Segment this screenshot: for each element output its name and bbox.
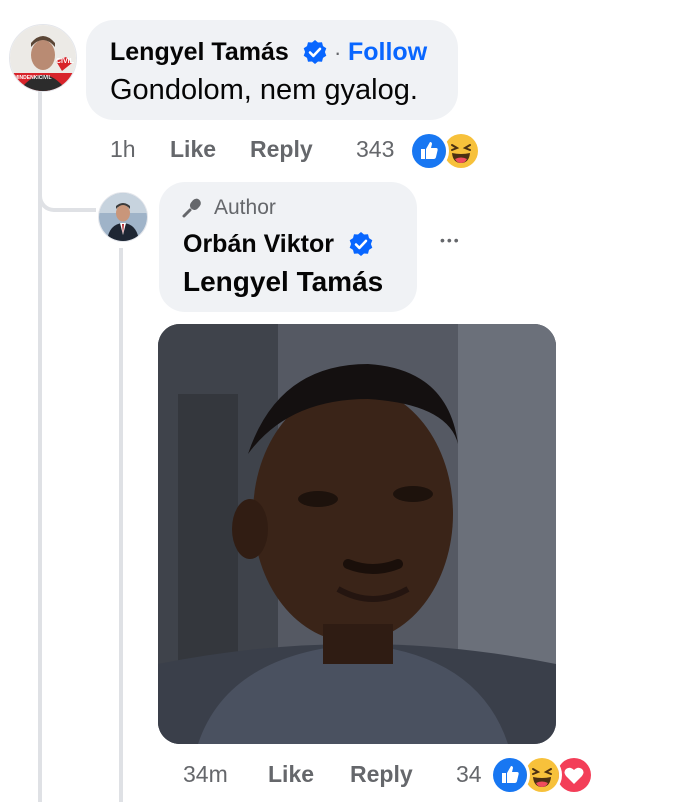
reply-connector bbox=[38, 150, 96, 212]
comment-reply-button[interactable]: Reply bbox=[250, 136, 313, 163]
separator-dot: · bbox=[334, 40, 342, 65]
reply-author-name[interactable]: Orbán Viktor bbox=[183, 230, 334, 259]
comment-author-name[interactable]: Lengyel Tamás bbox=[110, 38, 289, 67]
comment-timestamp[interactable]: 1h bbox=[110, 136, 136, 163]
reply-reaction-count[interactable]: 34 bbox=[456, 761, 482, 788]
comment-reaction-count[interactable]: 343 bbox=[356, 136, 394, 163]
like-reaction-icon[interactable] bbox=[490, 755, 530, 795]
author-badge: Author bbox=[214, 196, 276, 219]
reply-timestamp[interactable]: 34m bbox=[183, 761, 228, 788]
more-options-button[interactable]: ••• bbox=[440, 232, 461, 248]
avatar-orban-viktor[interactable] bbox=[98, 192, 148, 242]
reply-like-button[interactable]: Like bbox=[268, 761, 314, 788]
like-reaction-icon[interactable] bbox=[409, 131, 449, 171]
verified-badge-icon bbox=[348, 231, 374, 257]
reply-reply-button[interactable]: Reply bbox=[350, 761, 413, 788]
reply-gif-image[interactable] bbox=[158, 324, 556, 744]
reply-mention-text[interactable]: Lengyel Tamás bbox=[183, 266, 383, 298]
avatar-lengyel-tamas[interactable]: CIVIL MINDENKICIVIL bbox=[9, 24, 77, 92]
reply-bubble: Author Orbán Viktor Lengyel Tamás bbox=[159, 182, 417, 312]
avatar-badge: CIVIL bbox=[56, 58, 74, 65]
avatar-caption: MINDENKICIVIL bbox=[14, 75, 52, 81]
thread-line-reply bbox=[119, 248, 123, 802]
comment-bubble: Lengyel Tamás · Follow Gondolom, nem gya… bbox=[86, 20, 458, 120]
microphone-icon bbox=[181, 195, 207, 221]
comment-like-button[interactable]: Like bbox=[170, 136, 216, 163]
follow-button[interactable]: Follow bbox=[348, 38, 427, 67]
comment-text: Gondolom, nem gyalog. bbox=[110, 74, 418, 106]
verified-badge-icon bbox=[302, 39, 328, 65]
